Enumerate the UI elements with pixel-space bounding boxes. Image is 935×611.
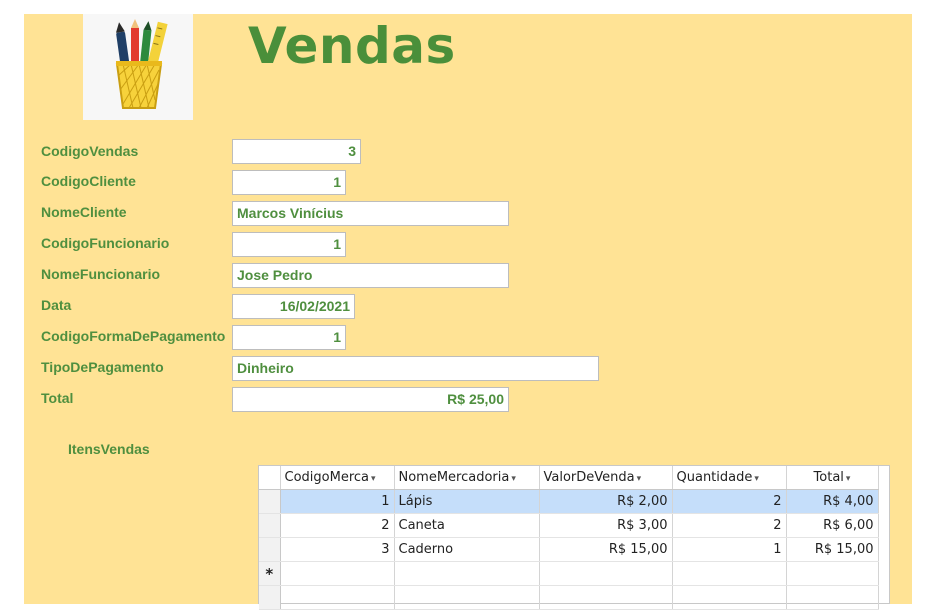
cell-codigo[interactable]: 1 [280, 489, 395, 514]
cell-quantidade[interactable]: 2 [672, 489, 787, 514]
cell-valor[interactable]: R$ 2,00 [539, 489, 673, 514]
column-header-nome[interactable]: NomeMercadoria ▾ [394, 466, 540, 490]
label-codigo-cliente: CodigoCliente [41, 173, 136, 189]
new-record-marker[interactable]: * [259, 561, 281, 586]
cell-total[interactable]: R$ 15,00 [786, 537, 879, 562]
column-header-codigo[interactable]: CodigoMerca ▾ [280, 466, 395, 490]
column-header-valor[interactable]: ValorDeVenda ▾ [539, 466, 673, 490]
column-header-label: ValorDeVenda [543, 470, 635, 485]
codigo-forma-pagamento-field[interactable]: 1 [232, 325, 346, 350]
cell-nome[interactable]: Caneta [394, 513, 540, 538]
dropdown-arrow-icon[interactable]: ▾ [846, 474, 851, 484]
cell-valor[interactable]: R$ 15,00 [539, 537, 673, 562]
empty-cell [280, 585, 395, 610]
dropdown-arrow-icon[interactable]: ▾ [754, 474, 759, 484]
row-selector[interactable] [259, 489, 281, 514]
cell-quantidade[interactable]: 2 [672, 513, 787, 538]
dropdown-arrow-icon[interactable]: ▾ [637, 474, 642, 484]
table-row[interactable]: 3 Caderno R$ 15,00 1 R$ 15,00 [259, 537, 879, 562]
label-nome-funcionario: NomeFuncionario [41, 266, 161, 282]
dropdown-arrow-icon[interactable]: ▾ [371, 474, 376, 484]
row-selector[interactable] [259, 513, 281, 538]
cell-total[interactable] [786, 561, 879, 586]
table-row[interactable]: 1 Lápis R$ 2,00 2 R$ 4,00 [259, 489, 879, 514]
cell-valor[interactable]: R$ 3,00 [539, 513, 673, 538]
label-tipo-pagamento: TipoDePagamento [41, 359, 164, 375]
column-header-total[interactable]: Total ▾ [786, 466, 879, 490]
cell-codigo[interactable]: 2 [280, 513, 395, 538]
pencil-cup-icon [83, 14, 193, 120]
cell-valor[interactable] [539, 561, 673, 586]
form-title: Vendas [248, 17, 456, 75]
dropdown-arrow-icon[interactable]: ▾ [511, 474, 516, 484]
itens-vendas-datasheet[interactable]: CodigoMerca ▾ NomeMercadoria ▾ ValorDeVend… [258, 465, 890, 610]
codigo-cliente-field[interactable]: 1 [232, 170, 346, 195]
cell-codigo[interactable]: 3 [280, 537, 395, 562]
row-selector [259, 585, 281, 610]
row-selector[interactable] [259, 537, 281, 562]
column-header-label: NomeMercadoria [398, 470, 510, 485]
empty-cell [672, 585, 787, 610]
cell-quantidade[interactable] [672, 561, 787, 586]
cell-nome[interactable]: Caderno [394, 537, 540, 562]
select-all-corner[interactable] [259, 466, 281, 490]
new-record-row[interactable]: * [259, 561, 879, 586]
tipo-pagamento-field[interactable]: Dinheiro [232, 356, 599, 381]
total-field[interactable]: R$ 25,00 [232, 387, 509, 412]
empty-cell [394, 585, 540, 610]
empty-cell [786, 585, 879, 610]
empty-cell [539, 585, 673, 610]
codigo-funcionario-field[interactable]: 1 [232, 232, 346, 257]
column-header-label: Total [813, 470, 844, 485]
table-row[interactable]: 2 Caneta R$ 3,00 2 R$ 6,00 [259, 513, 879, 538]
data-field[interactable]: 16/02/2021 [232, 294, 355, 319]
cell-codigo[interactable] [280, 561, 395, 586]
column-header-label: CodigoMerca [284, 470, 370, 485]
label-codigo-vendas: CodigoVendas [41, 143, 139, 159]
label-nome-cliente: NomeCliente [41, 204, 127, 220]
nome-cliente-field[interactable]: Marcos Vinícius [232, 201, 509, 226]
label-codigo-funcionario: CodigoFuncionario [41, 235, 170, 251]
label-codigo-forma-pagamento: CodigoFormaDePagamento [41, 328, 226, 344]
cell-quantidade[interactable]: 1 [672, 537, 787, 562]
cell-total[interactable]: R$ 4,00 [786, 489, 879, 514]
cell-total[interactable]: R$ 6,00 [786, 513, 879, 538]
subform-label: ItensVendas [68, 441, 150, 457]
codigo-vendas-field[interactable]: 3 [232, 139, 361, 164]
empty-row [259, 585, 879, 610]
datasheet-header-row: CodigoMerca ▾ NomeMercadoria ▾ ValorDeVend… [259, 466, 879, 490]
column-header-label: Quantidade [676, 470, 753, 485]
label-total: Total [41, 390, 74, 406]
cell-nome[interactable] [394, 561, 540, 586]
cell-nome[interactable]: Lápis [394, 489, 540, 514]
label-data: Data [41, 297, 72, 313]
column-header-quantidade[interactable]: Quantidade ▾ [672, 466, 787, 490]
nome-funcionario-field[interactable]: Jose Pedro [232, 263, 509, 288]
